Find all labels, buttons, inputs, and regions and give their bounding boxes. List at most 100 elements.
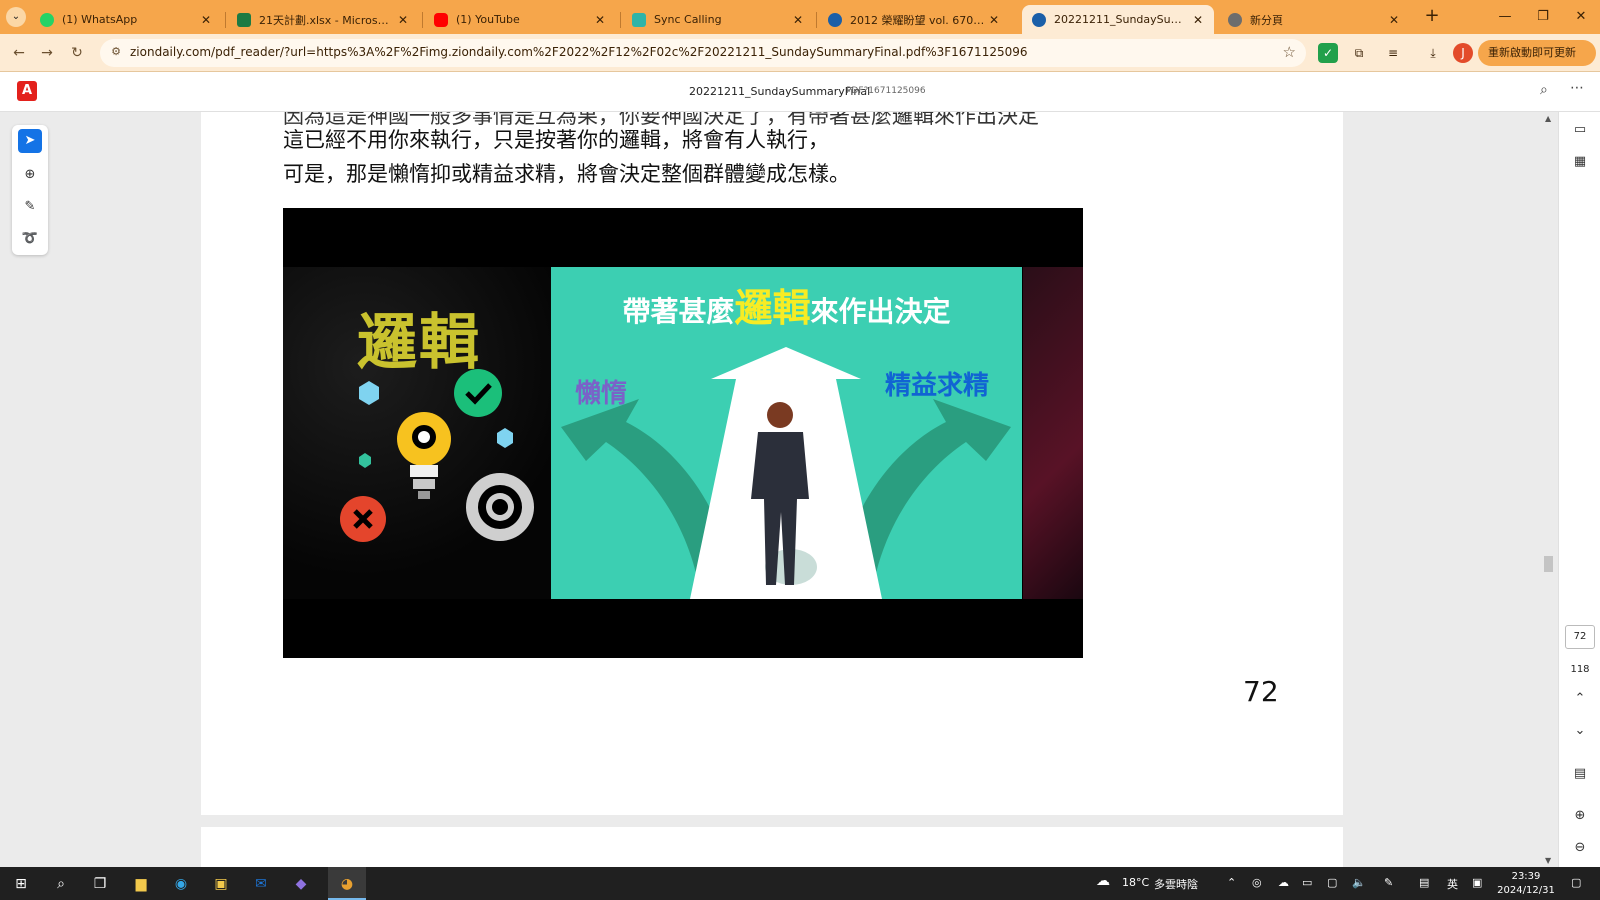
scrollbar-thumb[interactable] bbox=[1544, 556, 1553, 572]
clock-time: 23:39 bbox=[1511, 871, 1541, 882]
close-tab-icon[interactable]: ✕ bbox=[790, 13, 806, 27]
back-arrow-icon[interactable]: ← bbox=[8, 42, 30, 64]
tab-search-chevron-icon[interactable]: ⌄ bbox=[6, 7, 26, 27]
address-bar[interactable]: ⚙ ziondaily.com/pdf_reader/?url=https%3A… bbox=[100, 39, 1306, 67]
zoom-in-icon[interactable]: ⊕ bbox=[1568, 804, 1592, 828]
lasso-draw-icon[interactable]: ➰ bbox=[18, 227, 42, 251]
keyboard-layout-icon[interactable]: ▤ bbox=[1419, 876, 1429, 889]
tab-label: (1) WhatsApp bbox=[62, 13, 138, 26]
restore-button[interactable]: ❐ bbox=[1524, 6, 1562, 28]
precision-label: 精益求精 bbox=[885, 371, 990, 401]
zion-icon bbox=[1032, 12, 1046, 27]
tab-zion-vol670[interactable]: 2012 榮耀盼望 vol. 670 — 蒙福 ✕ bbox=[818, 5, 1010, 34]
comments-icon[interactable]: ▭ bbox=[1568, 118, 1592, 142]
person-head bbox=[767, 402, 793, 428]
weather-temp[interactable]: 18°C bbox=[1122, 876, 1149, 889]
download-icon[interactable]: ⤓ bbox=[1423, 43, 1443, 63]
task-view-icon[interactable]: ❐ bbox=[87, 871, 113, 897]
pdf-subtitle: PDF?1671125096 bbox=[846, 86, 926, 96]
tab-label: 21天計劃.xlsx - Microsoft Excel bbox=[259, 13, 395, 27]
tab-youtube[interactable]: (1) YouTube ✕ bbox=[424, 5, 616, 34]
more-options-icon[interactable]: ⋯ bbox=[1570, 80, 1584, 96]
profile-avatar[interactable]: J bbox=[1453, 43, 1473, 63]
next-page-chevron-icon[interactable]: ⌄ bbox=[1568, 719, 1592, 743]
tray-chevron-icon[interactable]: ⌃ bbox=[1227, 876, 1236, 889]
whatsapp-icon bbox=[40, 12, 54, 27]
acrobat-logo-icon: A bbox=[17, 81, 37, 101]
weather-description[interactable]: 多雲時陰 bbox=[1154, 876, 1198, 892]
vscode-like-icon[interactable]: ◆ bbox=[288, 871, 314, 897]
comment-zoom-icon[interactable]: ⊕ bbox=[18, 163, 42, 187]
forward-arrow-icon[interactable]: → bbox=[36, 42, 58, 64]
tab-sync-calling[interactable]: Sync Calling ✕ bbox=[622, 5, 814, 34]
meet-now-icon[interactable]: ◎ bbox=[1252, 876, 1262, 889]
tab-divider bbox=[422, 12, 423, 28]
total-pages: 118 bbox=[1570, 664, 1590, 675]
tab-whatsapp[interactable]: (1) WhatsApp ✕ bbox=[30, 5, 222, 34]
media-control-icon[interactable]: ≡ bbox=[1383, 43, 1403, 63]
search-icon[interactable]: ⌕ bbox=[1540, 82, 1548, 98]
close-tab-icon[interactable]: ✕ bbox=[1190, 13, 1206, 27]
new-tab-button[interactable]: + bbox=[1420, 6, 1444, 28]
tab-excel[interactable]: 21天計劃.xlsx - Microsoft Excel ✕ bbox=[227, 5, 419, 34]
ime-options-icon[interactable]: ▣ bbox=[1472, 876, 1482, 889]
zoom-out-icon[interactable]: ⊖ bbox=[1568, 836, 1592, 860]
tab-label: 2012 榮耀盼望 vol. 670 — 蒙福 bbox=[850, 13, 986, 27]
file-explorer-icon[interactable]: ▆ bbox=[128, 871, 154, 897]
tab-new-tab[interactable]: 新分頁 ✕ bbox=[1218, 5, 1410, 34]
scroll-up-arrow-icon[interactable]: ▲ bbox=[1545, 114, 1551, 123]
sync-icon bbox=[632, 12, 646, 27]
previous-page-chevron-icon[interactable]: ⌃ bbox=[1568, 687, 1592, 711]
battery-icon[interactable]: ▭ bbox=[1302, 876, 1312, 889]
logic-panel: 邏輯 bbox=[283, 267, 551, 599]
close-tab-icon[interactable]: ✕ bbox=[395, 13, 411, 27]
reload-icon[interactable]: ↻ bbox=[66, 42, 88, 64]
notification-icon[interactable]: ▢ bbox=[1571, 876, 1581, 889]
close-window-button[interactable]: ✕ bbox=[1562, 6, 1600, 28]
close-tab-icon[interactable]: ✕ bbox=[986, 13, 1002, 27]
current-page-input[interactable]: 72 bbox=[1565, 625, 1595, 649]
highlight-pen-icon[interactable]: ✎ bbox=[18, 195, 42, 219]
page-info-icon[interactable]: ▤ bbox=[1568, 762, 1592, 786]
youtube-icon bbox=[434, 12, 448, 27]
outlook-icon[interactable]: ✉ bbox=[248, 871, 274, 897]
close-tab-icon[interactable]: ✕ bbox=[1386, 13, 1402, 27]
close-tab-icon[interactable]: ✕ bbox=[592, 13, 608, 27]
clock-date: 2024/12/31 bbox=[1497, 885, 1555, 896]
update-button[interactable]: 重新啟動即可更新 bbox=[1478, 40, 1596, 66]
select-cursor-icon[interactable]: ➤ bbox=[18, 129, 42, 153]
bookmark-star-icon[interactable]: ☆ bbox=[1283, 43, 1296, 61]
site-info-icon[interactable]: ⚙ bbox=[108, 45, 124, 61]
lazy-label: 懶惰 bbox=[575, 379, 628, 409]
hexagon-icon bbox=[497, 428, 513, 448]
network-icon[interactable]: ▢ bbox=[1327, 876, 1337, 889]
decorative-panel bbox=[1023, 267, 1083, 599]
pdf-viewport[interactable]: 因為這是神國一般多事情是互為果，你要神國決定了，有帶著甚麼邏輯來作出決定 這已經… bbox=[0, 112, 1558, 867]
crossroad-arrows-illustration bbox=[561, 347, 1011, 599]
system-clock[interactable]: 23:39 2024/12/31 bbox=[1496, 870, 1556, 898]
close-tab-icon[interactable]: ✕ bbox=[198, 13, 214, 27]
chrome-icon[interactable]: ◕ bbox=[334, 871, 360, 897]
decision-panel: 帶著甚麼邏輯來作出決定 懶惰 精益求精 bbox=[551, 267, 1022, 599]
scroll-down-arrow-icon[interactable]: ▼ bbox=[1545, 856, 1551, 865]
ime-mode[interactable]: 英 bbox=[1447, 876, 1458, 892]
pen-ink-icon[interactable]: ✎ bbox=[1384, 876, 1393, 889]
volume-icon[interactable]: 🔈 bbox=[1352, 876, 1366, 889]
windows-taskbar: ⊞ ⌕ ❐ ▆ ◉ ▣ ✉ ◆ ◕ ☁ 18°C 多雲時陰 ⌃ ◎ ☁ ▭ ▢ … bbox=[0, 867, 1600, 900]
chrome-icon bbox=[1228, 12, 1242, 27]
tab-divider bbox=[620, 12, 621, 28]
thumbnails-grid-icon[interactable]: ▦ bbox=[1568, 150, 1592, 174]
url-text[interactable]: ziondaily.com/pdf_reader/?url=https%3A%2… bbox=[130, 45, 1028, 59]
store-icon[interactable]: ▣ bbox=[208, 871, 234, 897]
search-icon[interactable]: ⌕ bbox=[48, 871, 74, 897]
browser-toolbar: ← → ↻ ⚙ ziondaily.com/pdf_reader/?url=ht… bbox=[0, 34, 1600, 72]
start-windows-icon[interactable]: ⊞ bbox=[8, 871, 34, 897]
extensions-puzzle-icon[interactable]: ⧉ bbox=[1349, 43, 1369, 63]
page-text-line: 這已經不用你來執行，只是按著你的邏輯，將會有人執行， bbox=[283, 128, 829, 152]
edge-browser-icon[interactable]: ◉ bbox=[168, 871, 194, 897]
tab-sunday-summary[interactable]: 20221211_SundaySummaryFinal ✕ bbox=[1022, 5, 1214, 34]
onedrive-icon[interactable]: ☁ bbox=[1278, 876, 1289, 889]
extension-check-icon[interactable]: ✓ bbox=[1318, 43, 1338, 63]
weather-icon[interactable]: ☁ bbox=[1096, 873, 1110, 889]
minimize-button[interactable]: — bbox=[1486, 6, 1524, 28]
